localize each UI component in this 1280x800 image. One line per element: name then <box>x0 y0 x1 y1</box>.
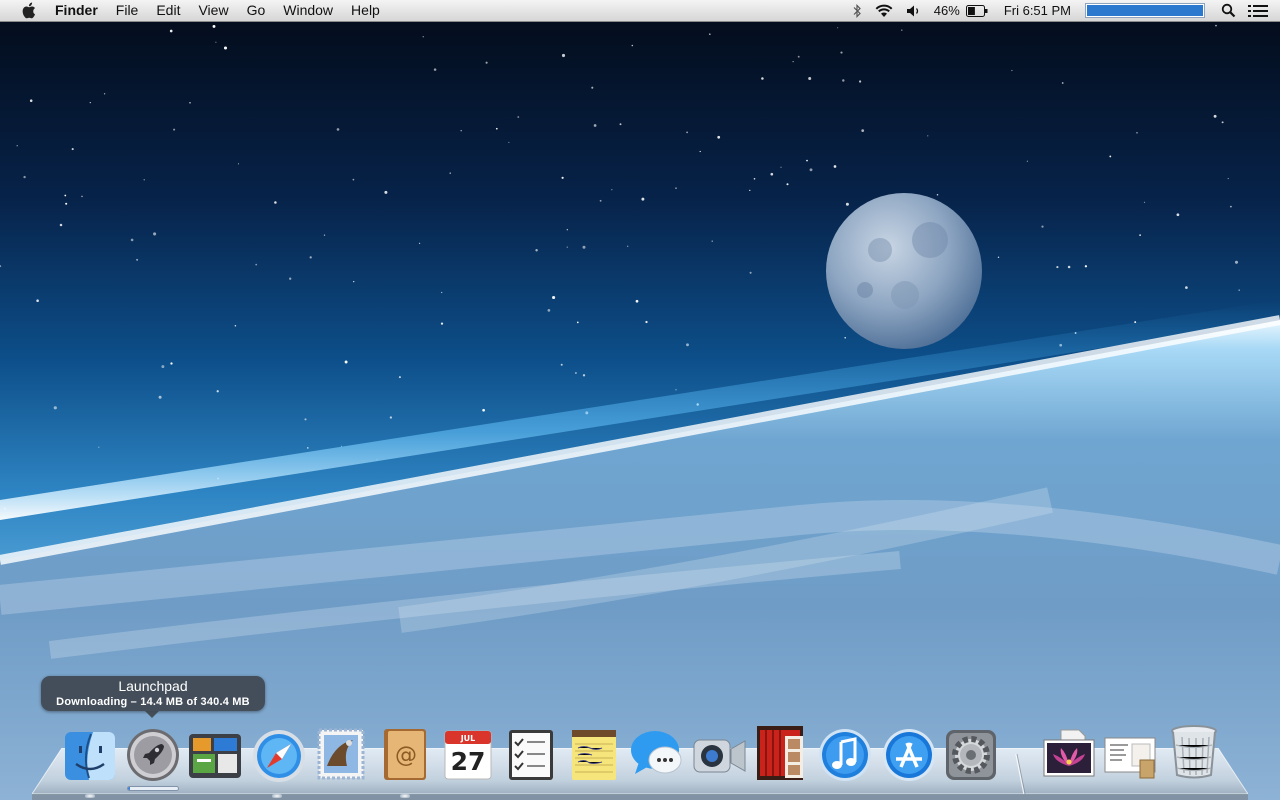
address-book-icon: @ <box>384 729 426 780</box>
list-icon[interactable] <box>1242 0 1280 21</box>
dock-documents-stack[interactable] <box>1102 726 1158 782</box>
wifi-icon[interactable] <box>868 0 900 21</box>
dock-finder[interactable] <box>62 728 118 784</box>
dock-app-store[interactable] <box>881 727 937 783</box>
dock-notes[interactable] <box>566 726 622 782</box>
menu-view[interactable]: View <box>189 0 237 21</box>
menu-help[interactable]: Help <box>342 0 389 21</box>
dock-safari[interactable] <box>251 728 307 784</box>
dock-calendar[interactable]: JUL 27 <box>440 726 496 782</box>
tooltip-title: Launchpad <box>118 678 188 694</box>
photo-icon <box>1043 729 1095 777</box>
dock-itunes[interactable] <box>817 727 873 783</box>
app-store-icon <box>883 729 935 781</box>
photo-booth-icon <box>757 726 803 780</box>
dock-reminders[interactable] <box>503 726 559 782</box>
speech-bubble-icon <box>631 731 682 774</box>
calendar-icon: JUL 27 <box>444 730 492 780</box>
running-indicator <box>400 794 410 798</box>
dock-facetime[interactable] <box>691 727 747 783</box>
running-indicator <box>272 794 282 798</box>
clock[interactable]: Fri 6:51 PM <box>994 0 1077 21</box>
battery-percent: 46% <box>933 3 960 18</box>
search-icon[interactable] <box>1215 0 1242 21</box>
rocket-icon <box>127 729 179 781</box>
gear-icon <box>946 730 996 780</box>
menu-edit[interactable]: Edit <box>147 0 189 21</box>
calendar-month: JUL <box>460 734 476 743</box>
dock-launchpad[interactable] <box>125 727 181 783</box>
compass-icon <box>253 730 305 782</box>
checklist-icon <box>509 730 553 780</box>
moon <box>826 193 982 349</box>
dock-trash[interactable] <box>1166 723 1222 779</box>
dock-photo-stack[interactable] <box>1041 726 1097 782</box>
finder-icon <box>65 732 115 780</box>
menu-app-name[interactable]: Finder <box>46 0 107 21</box>
music-note-icon <box>819 729 871 781</box>
menu-window[interactable]: Window <box>274 0 342 21</box>
apple-icon[interactable] <box>18 0 38 21</box>
tooltip-subtitle: Downloading – 14.4 MB of 340.4 MB <box>56 696 250 708</box>
mail-stamp-icon <box>317 728 365 780</box>
spotlight-field[interactable] <box>1085 3 1205 18</box>
dock-mail[interactable] <box>313 726 369 782</box>
document-stack-icon <box>1104 737 1156 779</box>
dock-contacts[interactable]: @ <box>376 726 432 782</box>
video-camera-icon <box>693 739 746 773</box>
trash-icon <box>1171 725 1217 779</box>
notepad-icon <box>572 730 616 780</box>
dock-photo-booth[interactable] <box>753 724 809 780</box>
menu-bar: Finder File Edit View Go Window Help 46% <box>0 0 1280 22</box>
dock-tooltip: Launchpad Downloading – 14.4 MB of 340.4… <box>41 676 265 718</box>
running-indicator-finder <box>85 794 95 798</box>
dock-messages[interactable] <box>629 726 685 782</box>
menu-file[interactable]: File <box>107 0 148 21</box>
volume-icon[interactable] <box>900 0 928 21</box>
menu-go[interactable]: Go <box>238 0 275 21</box>
launchpad-download-progress <box>127 786 179 791</box>
svg-text:@: @ <box>395 743 417 768</box>
tooltip-arrow <box>145 711 159 718</box>
dock-mission-control[interactable] <box>187 728 243 784</box>
calendar-day: 27 <box>451 747 486 776</box>
battery-icon[interactable] <box>965 0 994 21</box>
bluetooth-icon[interactable] <box>846 0 868 21</box>
mission-control-icon <box>189 734 241 778</box>
download-progress-fill <box>128 787 131 790</box>
dock-system-preferences[interactable] <box>943 727 999 783</box>
